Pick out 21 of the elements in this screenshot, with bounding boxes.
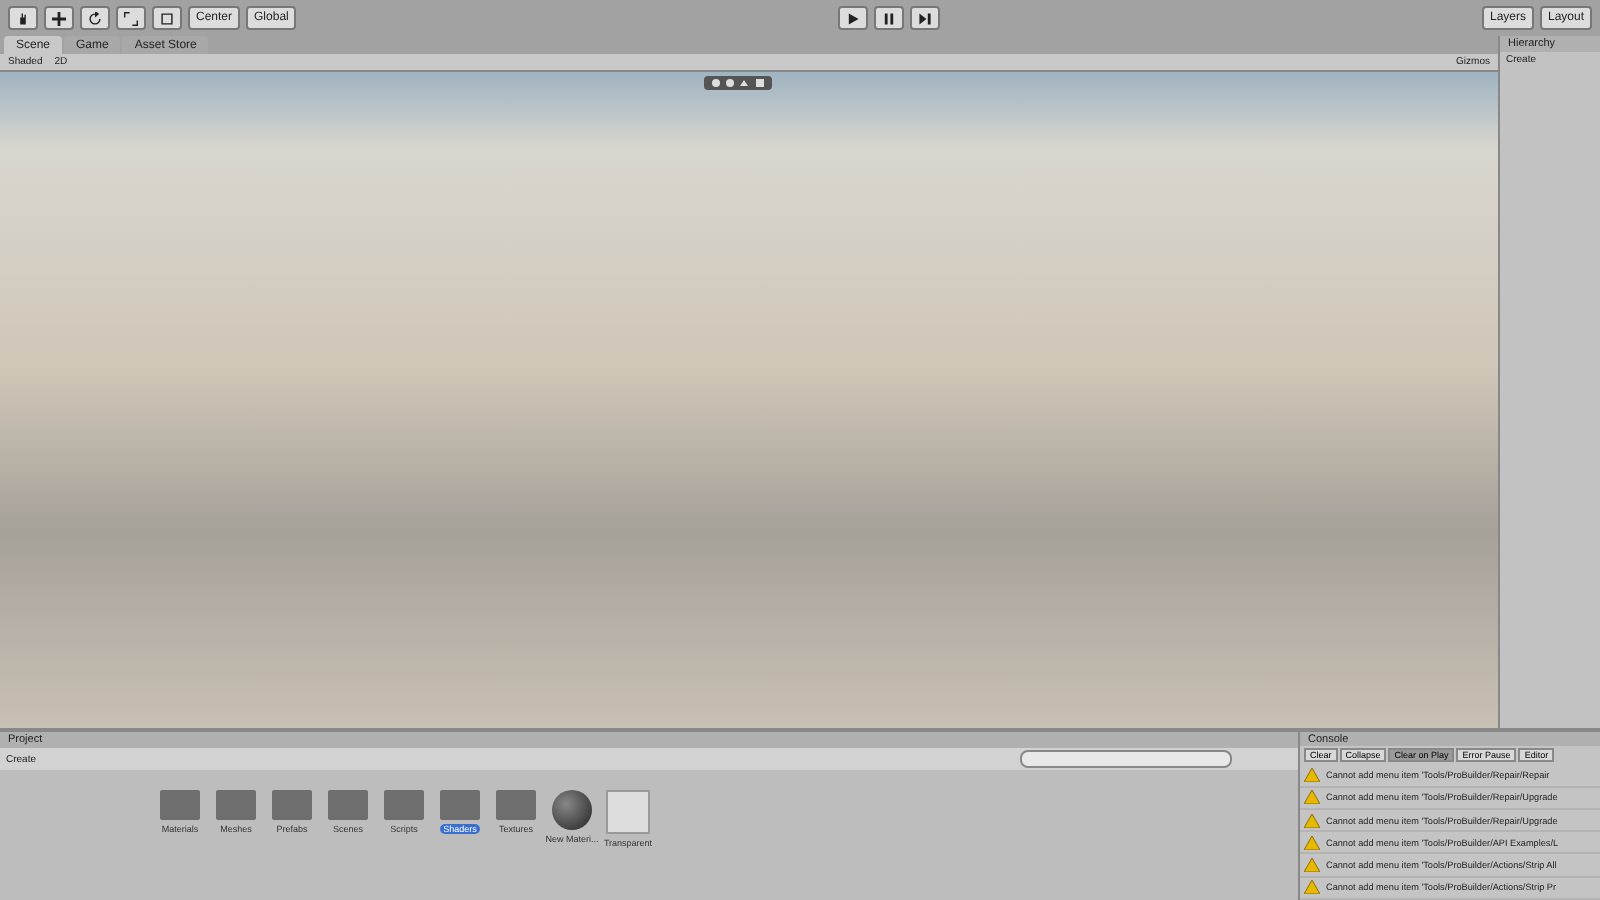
search-field[interactable] — [1020, 750, 1232, 768]
asset-thumbnail[interactable] — [606, 790, 650, 834]
rotate-tool-button[interactable] — [80, 6, 110, 30]
hand-tool-button[interactable] — [8, 6, 38, 30]
rect-icon[interactable] — [160, 11, 174, 25]
pause-button[interactable] — [874, 6, 905, 30]
tool-icons — [710, 78, 766, 88]
rect-tool-button[interactable] — [152, 6, 182, 30]
pause-icon[interactable] — [882, 11, 897, 25]
sphere-icon[interactable] — [552, 790, 592, 830]
play-icon[interactable] — [846, 11, 861, 25]
step-button[interactable] — [910, 6, 941, 30]
hand-icon[interactable] — [16, 11, 30, 25]
scale-tool-button[interactable] — [116, 6, 146, 30]
rotate-icon[interactable] — [88, 11, 102, 25]
step-icon[interactable] — [918, 11, 933, 25]
scene-overlay-toolbar[interactable] — [704, 76, 772, 90]
scale-icon[interactable] — [124, 11, 138, 25]
play-button[interactable] — [838, 6, 869, 30]
move-icon[interactable] — [52, 11, 66, 25]
move-tool-button[interactable] — [44, 6, 74, 30]
